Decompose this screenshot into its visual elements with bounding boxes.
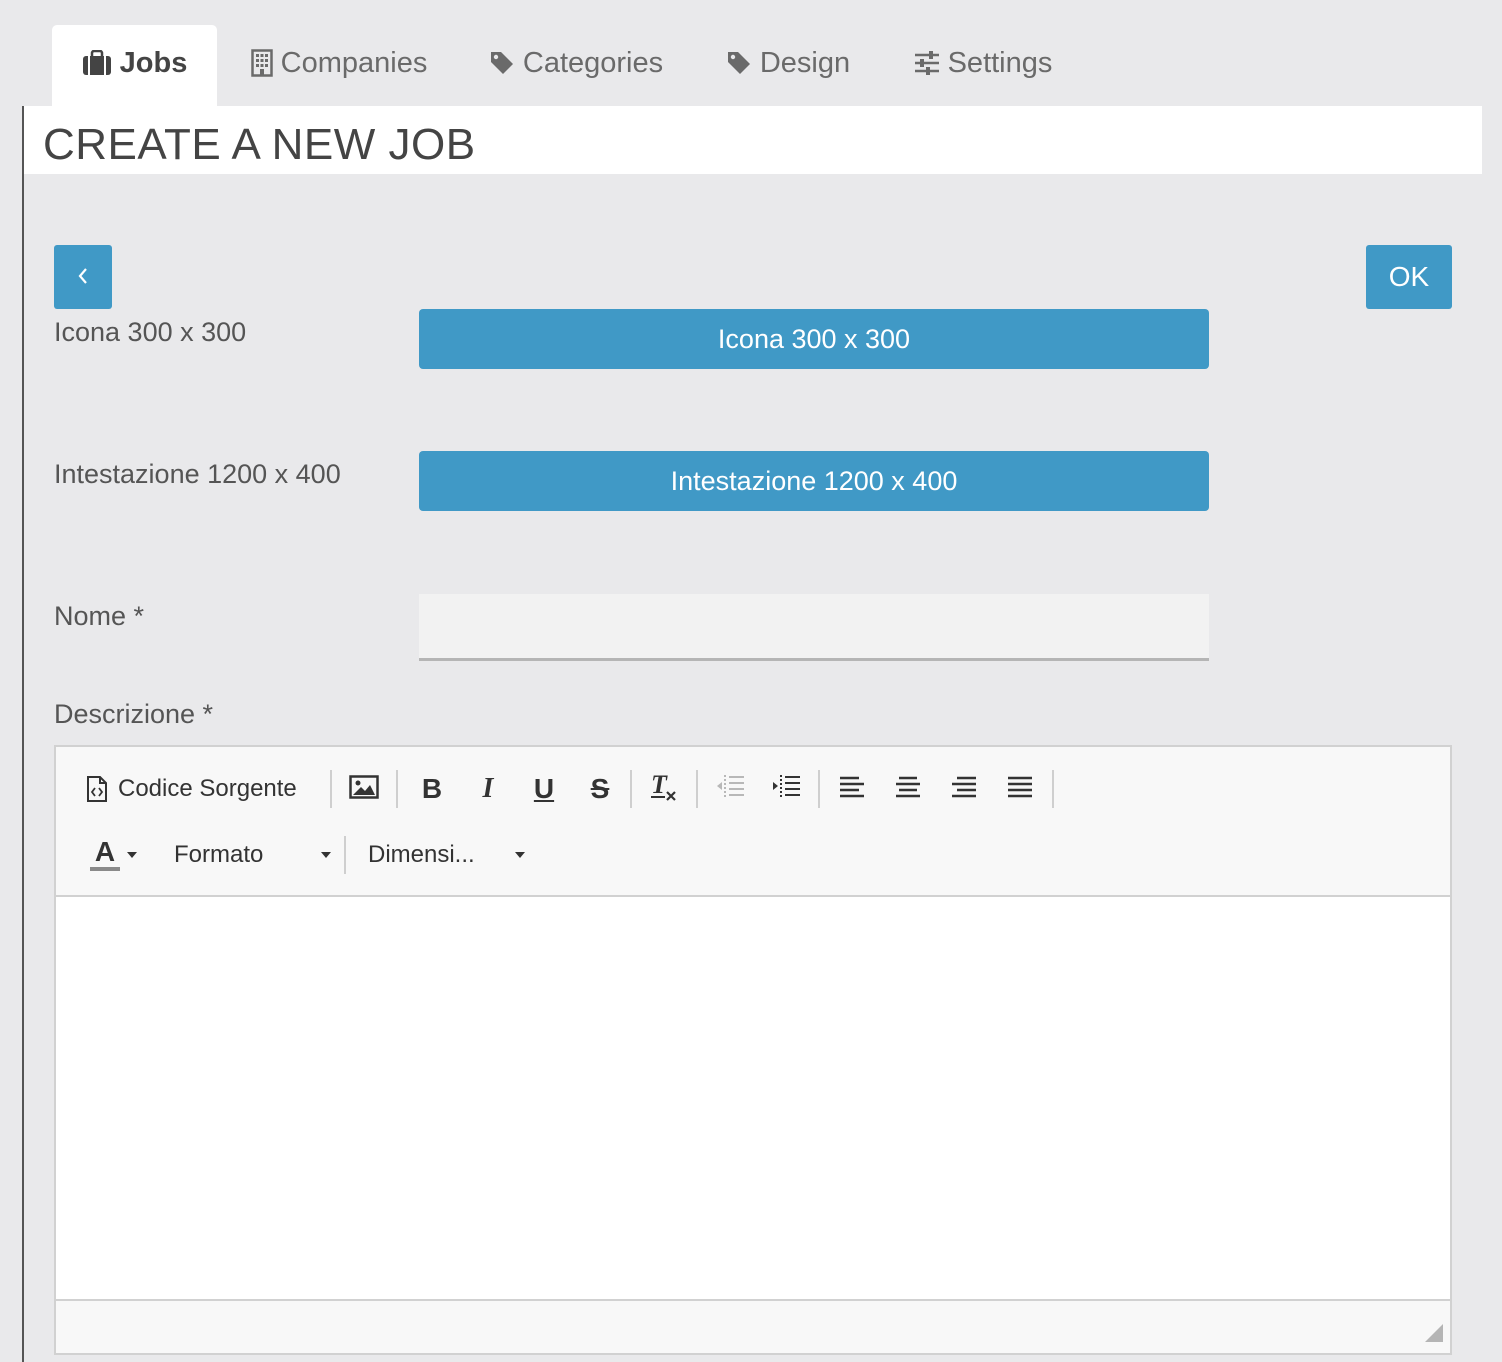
remove-format-icon: T <box>649 770 679 807</box>
font-color-icon: A <box>90 836 120 871</box>
caret-down-icon <box>320 851 332 859</box>
title-bar: CREATE A NEW JOB <box>24 106 1482 174</box>
align-left-button[interactable] <box>832 767 872 811</box>
briefcase-icon <box>82 50 112 76</box>
toolbar-separator <box>344 836 346 874</box>
source-code-button[interactable]: Codice Sorgente <box>86 767 297 811</box>
description-field-label: Descrizione * <box>54 699 214 729</box>
align-right-icon <box>951 775 977 804</box>
tag-icon <box>726 50 752 76</box>
header-field-label: Intestazione 1200 x 400 <box>54 459 341 489</box>
editor-toolbar: Codice Sorgente B I U S T A Formato Dime… <box>56 747 1450 897</box>
name-field-label: Nome * <box>54 601 145 631</box>
outdent-icon <box>715 774 745 805</box>
tab-settings-label: Settings <box>947 46 1053 79</box>
tab-design-label: Design <box>759 46 851 79</box>
underline-icon: U <box>533 773 555 804</box>
tab-categories-label: Categories <box>522 46 664 79</box>
bold-icon: B <box>421 773 443 804</box>
tab-jobs-label: Jobs <box>119 46 188 79</box>
chevron-left-icon <box>76 262 90 293</box>
tab-design[interactable]: Design <box>712 25 864 107</box>
toolbar-separator <box>818 770 820 808</box>
toolbar-separator <box>630 770 632 808</box>
icon-field-label: Icona 300 x 300 <box>54 317 247 347</box>
sliders-icon <box>914 51 940 75</box>
strikethrough-button[interactable]: S <box>580 767 620 811</box>
toolbar-separator <box>696 770 698 808</box>
tab-jobs[interactable]: Jobs <box>52 25 217 107</box>
remove-format-button[interactable]: T <box>644 767 684 811</box>
strikethrough-icon: S <box>590 773 610 804</box>
toolbar-separator <box>330 770 332 808</box>
left-border <box>22 106 24 1362</box>
font-size-dropdown[interactable]: Dimensi... <box>368 833 526 877</box>
tab-companies-label: Companies <box>280 46 428 79</box>
indent-icon <box>771 774 801 805</box>
font-color-swatch <box>90 867 120 871</box>
caret-down-icon <box>126 851 138 859</box>
justify-button[interactable] <box>1000 767 1040 811</box>
format-dropdown[interactable]: Formato <box>174 833 332 877</box>
image-icon <box>349 774 379 804</box>
resize-handle-icon[interactable] <box>1424 1323 1444 1343</box>
tab-categories[interactable]: Categories <box>476 25 676 107</box>
align-left-icon <box>839 775 865 804</box>
font-color-button[interactable]: A <box>84 833 144 877</box>
underline-button[interactable]: U <box>524 767 564 811</box>
italic-button[interactable]: I <box>468 767 508 811</box>
toolbar-separator <box>1052 770 1054 808</box>
font-size-dropdown-label: Dimensi... <box>368 841 475 868</box>
align-center-icon <box>895 775 921 804</box>
source-code-label: Codice Sorgente <box>118 775 297 802</box>
bold-button[interactable]: B <box>412 767 452 811</box>
ok-button[interactable]: OK <box>1366 245 1452 309</box>
svg-text:T: T <box>651 772 668 799</box>
building-icon <box>250 49 273 77</box>
caret-down-icon <box>514 851 526 859</box>
outdent-button[interactable] <box>710 767 750 811</box>
page-title: CREATE A NEW JOB <box>43 120 476 169</box>
back-button[interactable] <box>54 245 112 309</box>
rich-text-editor: Codice Sorgente B I U S T A Formato Dime… <box>54 745 1452 1355</box>
header-upload-button[interactable]: Intestazione 1200 x 400 <box>419 451 1209 511</box>
source-code-icon <box>86 776 108 802</box>
align-justify-icon <box>1007 775 1033 804</box>
tab-companies[interactable]: Companies <box>236 25 442 107</box>
align-right-button[interactable] <box>944 767 984 811</box>
name-input[interactable] <box>419 594 1209 661</box>
editor-statusbar <box>56 1299 1450 1353</box>
toolbar-separator <box>396 770 398 808</box>
italic-icon: I <box>482 773 494 804</box>
font-color-letter: A <box>94 836 116 867</box>
editor-content-area[interactable] <box>56 897 1450 1299</box>
tab-bar: Jobs Companies Categories Design Setting… <box>0 0 1502 107</box>
tag-icon <box>489 50 515 76</box>
tab-settings[interactable]: Settings <box>900 25 1066 107</box>
image-button[interactable] <box>344 767 384 811</box>
format-dropdown-label: Formato <box>174 841 264 868</box>
align-center-button[interactable] <box>888 767 928 811</box>
indent-button[interactable] <box>766 767 806 811</box>
icon-upload-button[interactable]: Icona 300 x 300 <box>419 309 1209 369</box>
